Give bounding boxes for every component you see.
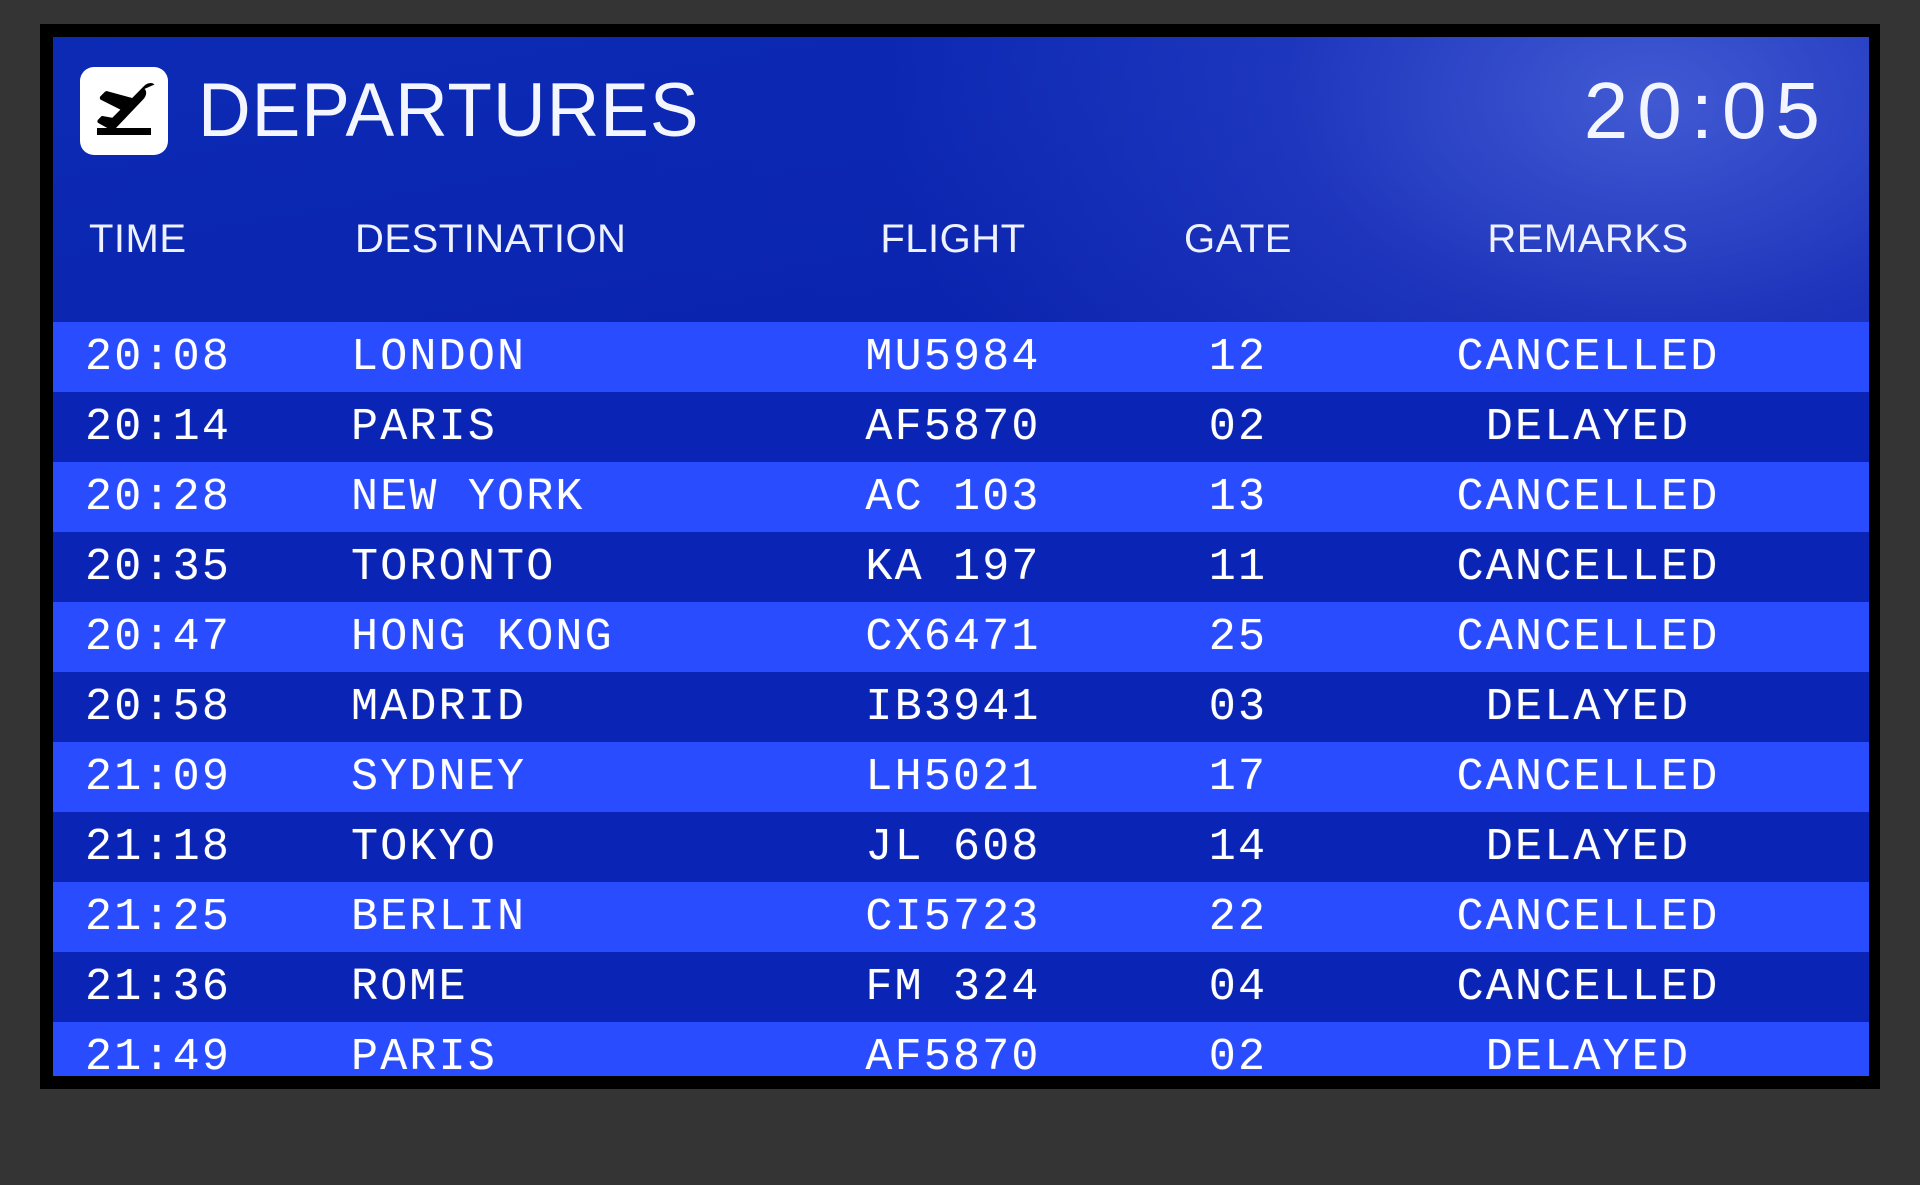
column-header-flight: FLIGHT xyxy=(880,217,1026,261)
cell-gate: 04 xyxy=(1208,961,1268,1013)
cell-remarks: CANCELLED xyxy=(1456,331,1720,383)
cell-remarks: CANCELLED xyxy=(1456,541,1720,593)
cell-flight: CI5723 xyxy=(865,891,1041,943)
board-header: DEPARTURES 20:05 TIME DESTINATION FLIGHT… xyxy=(53,37,1869,322)
cell-flight: JL 608 xyxy=(865,821,1041,873)
cell-gate: 17 xyxy=(1208,751,1268,803)
cell-time: 20:28 xyxy=(85,471,232,523)
cell-flight: AC 103 xyxy=(865,471,1041,523)
column-header-destination: DESTINATION xyxy=(355,217,627,261)
cell-time: 20:58 xyxy=(85,681,232,733)
cell-time: 20:35 xyxy=(85,541,232,593)
title-row: DEPARTURES 20:05 xyxy=(80,65,1833,157)
column-header-row: TIME DESTINATION FLIGHT GATE REMARKS xyxy=(53,210,1869,268)
cell-time: 21:18 xyxy=(85,821,232,873)
cell-gate: 13 xyxy=(1208,471,1268,523)
table-row[interactable]: 20:14 PARIS AF5870 02 DELAYED xyxy=(53,392,1869,462)
cell-flight: AF5870 xyxy=(865,1031,1041,1077)
column-header-time: TIME xyxy=(89,217,187,261)
table-row[interactable]: 21:18 TOKYO JL 608 14 DELAYED xyxy=(53,812,1869,882)
cell-remarks: DELAYED xyxy=(1485,821,1691,873)
table-row[interactable]: 21:36 ROME FM 324 04 CANCELLED xyxy=(53,952,1869,1022)
table-row[interactable]: 20:28 NEW YORK AC 103 13 CANCELLED xyxy=(53,462,1869,532)
cell-gate: 25 xyxy=(1208,611,1268,663)
cell-remarks: CANCELLED xyxy=(1456,751,1720,803)
cell-time: 20:47 xyxy=(85,611,232,663)
cell-time: 21:49 xyxy=(85,1031,232,1077)
cell-destination: ROME xyxy=(351,961,468,1013)
cell-remarks: DELAYED xyxy=(1485,401,1691,453)
flight-rows: 20:08 LONDON MU5984 12 CANCELLED 20:14 PARIS AF… xyxy=(53,322,1869,1076)
cell-time: 20:14 xyxy=(85,401,232,453)
table-row[interactable]: 21:25 BERLIN CI5723 22 CANCELLED xyxy=(53,882,1869,952)
cell-gate: 22 xyxy=(1208,891,1268,943)
table-row[interactable]: 21:09 SYDNEY LH5021 17 CANCELLED xyxy=(53,742,1869,812)
cell-destination: NEW YORK xyxy=(351,471,585,523)
cell-destination: TOKYO xyxy=(351,821,498,873)
cell-destination: PARIS xyxy=(351,401,498,453)
table-row[interactable]: 20:08 LONDON MU5984 12 CANCELLED xyxy=(53,322,1869,392)
cell-gate: 11 xyxy=(1208,541,1268,593)
cell-destination: PARIS xyxy=(351,1031,498,1077)
cell-time: 20:08 xyxy=(85,331,232,383)
departing-plane-icon xyxy=(80,67,168,155)
cell-flight: KA 197 xyxy=(865,541,1041,593)
column-header-gate: GATE xyxy=(1184,217,1292,261)
cell-time: 21:09 xyxy=(85,751,232,803)
cell-remarks: CANCELLED xyxy=(1456,611,1720,663)
cell-remarks: CANCELLED xyxy=(1456,961,1720,1013)
cell-gate: 03 xyxy=(1208,681,1268,733)
display-bezel: DEPARTURES 20:05 TIME DESTINATION FLIGHT… xyxy=(0,0,1920,1185)
cell-time: 21:25 xyxy=(85,891,232,943)
cell-destination: TORONTO xyxy=(351,541,556,593)
cell-flight: FM 324 xyxy=(865,961,1041,1013)
cell-gate: 02 xyxy=(1208,401,1268,453)
cell-flight: CX6471 xyxy=(865,611,1041,663)
display-frame: DEPARTURES 20:05 TIME DESTINATION FLIGHT… xyxy=(40,24,1880,1089)
cell-destination: HONG KONG xyxy=(351,611,614,663)
cell-flight: AF5870 xyxy=(865,401,1041,453)
page-title: DEPARTURES xyxy=(198,68,700,153)
cell-destination: SYDNEY xyxy=(351,751,527,803)
cell-remarks: CANCELLED xyxy=(1456,471,1720,523)
title-group: DEPARTURES xyxy=(80,67,720,155)
cell-gate: 02 xyxy=(1208,1031,1268,1077)
table-row[interactable]: 21:49 PARIS AF5870 02 DELAYED xyxy=(53,1022,1869,1076)
cell-destination: BERLIN xyxy=(351,891,527,943)
cell-gate: 12 xyxy=(1208,331,1268,383)
cell-gate: 14 xyxy=(1208,821,1268,873)
column-header-remarks: REMARKS xyxy=(1487,217,1689,261)
cell-remarks: DELAYED xyxy=(1485,681,1691,733)
cell-remarks: CANCELLED xyxy=(1456,891,1720,943)
current-time-clock: 20:05 xyxy=(1583,66,1829,155)
table-row[interactable]: 20:35 TORONTO KA 197 11 CANCELLED xyxy=(53,532,1869,602)
table-row[interactable]: 20:47 HONG KONG CX6471 25 CANCELLED xyxy=(53,602,1869,672)
cell-remarks: DELAYED xyxy=(1485,1031,1691,1077)
cell-flight: MU5984 xyxy=(865,331,1041,383)
cell-destination: LONDON xyxy=(351,331,527,383)
table-row[interactable]: 20:58 MADRID IB3941 03 DELAYED xyxy=(53,672,1869,742)
cell-time: 21:36 xyxy=(85,961,232,1013)
cell-flight: IB3941 xyxy=(865,681,1041,733)
cell-destination: MADRID xyxy=(351,681,527,733)
departure-board-screen: DEPARTURES 20:05 TIME DESTINATION FLIGHT… xyxy=(53,37,1869,1076)
cell-flight: LH5021 xyxy=(865,751,1041,803)
